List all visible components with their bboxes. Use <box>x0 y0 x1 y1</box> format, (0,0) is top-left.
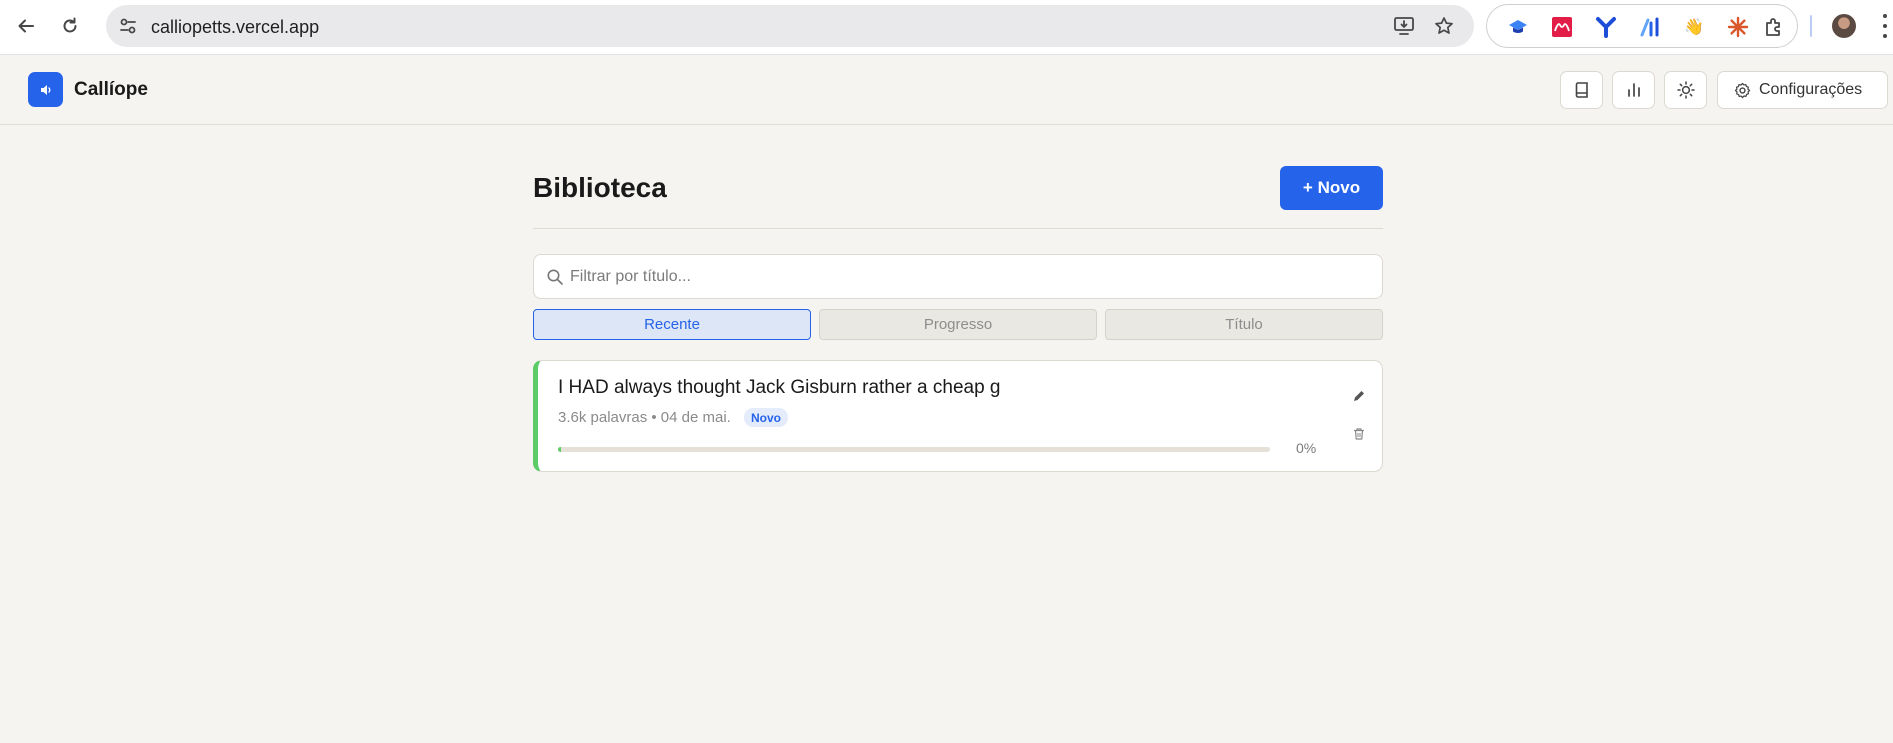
tab-progress[interactable]: Progresso <box>819 309 1097 340</box>
toolbar-separator <box>1810 15 1812 37</box>
trash-icon <box>1354 428 1364 440</box>
profile-avatar[interactable] <box>1832 14 1856 38</box>
pencil-icon <box>1354 391 1364 401</box>
app-logo[interactable] <box>28 72 63 107</box>
mendeley-extension-icon[interactable] <box>1551 16 1573 38</box>
settings-button[interactable]: Configurações <box>1717 71 1888 109</box>
library-button[interactable] <box>1560 71 1603 109</box>
search-icon <box>547 269 563 285</box>
sun-icon <box>1676 81 1695 99</box>
bookmark-button[interactable] <box>1432 14 1456 38</box>
speaker-icon <box>40 84 50 95</box>
edit-button[interactable] <box>1350 387 1368 405</box>
install-app-button[interactable] <box>1392 14 1416 38</box>
new-item-button[interactable]: + Novo <box>1280 166 1383 210</box>
kebab-menu-icon[interactable] <box>1882 14 1888 38</box>
extensions-bar: 👋 <box>1486 4 1798 48</box>
reload-button[interactable] <box>54 10 86 42</box>
search-input[interactable] <box>570 255 1370 298</box>
stats-button[interactable] <box>1612 71 1655 109</box>
address-bar[interactable]: calliopetts.vercel.app <box>106 5 1474 47</box>
progress-bar <box>558 447 1270 452</box>
item-meta: 3.6k palavras • 04 de mai. <box>558 409 731 426</box>
status-badge: Novo <box>744 408 788 427</box>
theme-toggle-button[interactable] <box>1664 71 1707 109</box>
chart-extension-icon[interactable] <box>1639 16 1661 38</box>
browser-toolbar: calliopetts.vercel.app 👋 <box>0 0 1893 55</box>
star-icon <box>1435 17 1453 34</box>
app-header: Callíope Configurações <box>0 55 1893 125</box>
book-icon <box>1575 82 1588 98</box>
brand-name[interactable]: Callíope <box>74 79 148 101</box>
tab-recent[interactable]: Recente <box>533 309 811 340</box>
site-info-button[interactable] <box>116 14 140 38</box>
extensions-menu-button[interactable] <box>1763 16 1785 38</box>
reload-icon <box>63 17 77 33</box>
puzzle-icon <box>1766 18 1780 36</box>
tune-icon <box>120 18 136 34</box>
wave-hand-extension-icon[interactable]: 👋 <box>1683 16 1705 38</box>
url-text[interactable]: calliopetts.vercel.app <box>151 17 319 38</box>
back-button[interactable] <box>10 10 42 42</box>
asterisk-extension-icon[interactable] <box>1727 16 1749 38</box>
divider <box>533 228 1383 229</box>
search-box <box>533 254 1383 299</box>
delete-button[interactable] <box>1350 425 1368 443</box>
settings-label: Configurações <box>1759 81 1863 98</box>
progress-fill <box>558 447 561 452</box>
y-extension-icon[interactable] <box>1595 16 1617 38</box>
gear-icon <box>1734 82 1751 98</box>
graduation-cap-extension-icon[interactable] <box>1507 16 1529 38</box>
list-item[interactable]: I HAD always thought Jack Gisburn rather… <box>533 360 1383 472</box>
page-title: Biblioteca <box>533 172 667 203</box>
bar-chart-icon <box>1627 83 1640 97</box>
progress-percent: 0% <box>1296 440 1317 456</box>
tab-title[interactable]: Título <box>1105 309 1383 340</box>
wave-hand-glyph: 👋 <box>1684 19 1704 36</box>
install-app-icon <box>1394 17 1414 35</box>
item-title[interactable]: I HAD always thought Jack Gisburn rather… <box>558 377 1001 399</box>
arrow-left-icon <box>18 19 34 33</box>
